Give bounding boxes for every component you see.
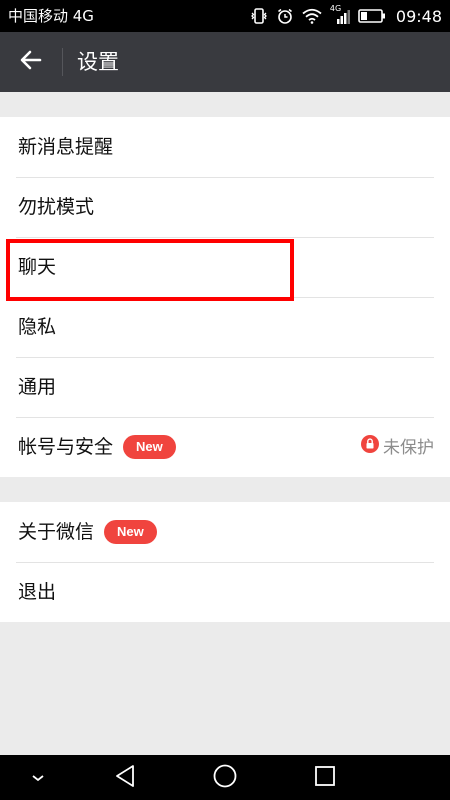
settings-item-privacy[interactable]: 隐私 bbox=[0, 297, 450, 357]
screen: 中国移动 4G 4G 09:48 设置 新消息提醒 勿扰模式 聊天 隐私 通用 … bbox=[0, 0, 450, 800]
settings-item-label: 隐私 bbox=[18, 316, 57, 338]
navigation-bar bbox=[0, 755, 450, 800]
settings-item-do-not-disturb[interactable]: 勿扰模式 bbox=[0, 177, 450, 237]
battery-icon bbox=[358, 8, 386, 24]
settings-item-label: 新消息提醒 bbox=[18, 136, 114, 158]
new-badge: New bbox=[104, 520, 157, 544]
carrier-label: 中国移动 4G bbox=[8, 7, 94, 25]
settings-item-label-group: 帐号与安全 New bbox=[18, 434, 176, 460]
page-title: 设置 bbox=[77, 50, 119, 74]
back-nav-button[interactable] bbox=[95, 755, 155, 800]
settings-item-log-out[interactable]: 退出 bbox=[0, 562, 450, 622]
settings-item-label: 关于微信 bbox=[18, 521, 95, 543]
settings-item-label: 聊天 bbox=[18, 256, 57, 278]
settings-item-label-group: 关于微信 New bbox=[18, 519, 157, 545]
triangle-back-icon bbox=[114, 764, 136, 792]
alarm-icon bbox=[276, 7, 294, 25]
signal-icon: 4G bbox=[330, 4, 350, 25]
settings-item-chat[interactable]: 聊天 bbox=[0, 237, 450, 297]
settings-item-general[interactable]: 通用 bbox=[0, 357, 450, 417]
settings-item-label: 通用 bbox=[18, 376, 57, 398]
settings-item-label: 退出 bbox=[18, 581, 57, 603]
square-recents-icon bbox=[314, 765, 336, 791]
wifi-icon bbox=[302, 8, 322, 24]
settings-group-main: 新消息提醒 勿扰模式 聊天 隐私 通用 帐号与安全 New 未保护 bbox=[0, 117, 450, 477]
status-icons: 4G 09:48 bbox=[250, 4, 442, 27]
security-status: 未保护 bbox=[361, 435, 434, 460]
lock-icon bbox=[361, 435, 379, 460]
clock: 09:48 bbox=[395, 6, 442, 26]
settings-item-new-message-alerts[interactable]: 新消息提醒 bbox=[0, 117, 450, 177]
new-badge: New bbox=[123, 435, 176, 459]
settings-item-account-security[interactable]: 帐号与安全 New 未保护 bbox=[0, 417, 450, 477]
chevron-down-icon bbox=[30, 768, 46, 787]
security-status-label: 未保护 bbox=[383, 437, 434, 458]
arrow-left-icon bbox=[20, 50, 42, 74]
settings-item-about-wechat[interactable]: 关于微信 New bbox=[0, 502, 450, 562]
settings-group-secondary: 关于微信 New 退出 bbox=[0, 502, 450, 622]
hide-nav-button[interactable] bbox=[8, 755, 68, 800]
recents-nav-button[interactable] bbox=[295, 755, 355, 800]
title-divider bbox=[62, 48, 63, 76]
back-button[interactable] bbox=[0, 32, 62, 92]
title-bar: 设置 bbox=[0, 32, 450, 92]
home-nav-button[interactable] bbox=[195, 755, 255, 800]
vibrate-icon bbox=[250, 7, 268, 25]
status-bar: 中国移动 4G 4G 09:48 bbox=[0, 0, 450, 32]
settings-item-label: 帐号与安全 bbox=[18, 436, 114, 458]
circle-home-icon bbox=[212, 763, 238, 793]
settings-item-label: 勿扰模式 bbox=[18, 196, 95, 218]
